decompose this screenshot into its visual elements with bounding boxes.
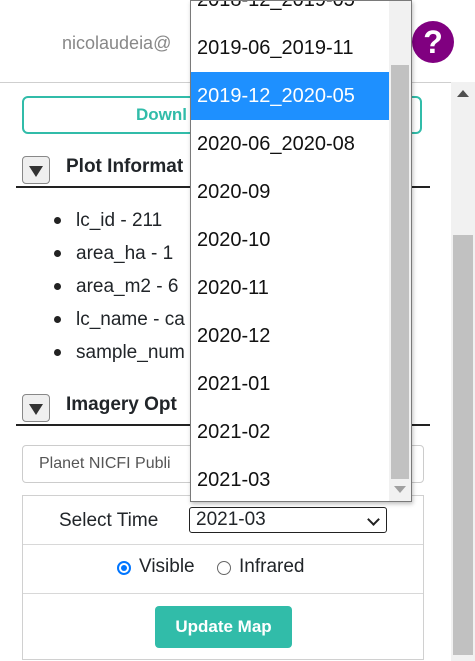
imagery-options-title: Imagery Opt xyxy=(66,394,177,415)
dropdown-option[interactable]: 2021-03 xyxy=(191,456,389,501)
triangle-down-icon xyxy=(29,166,43,177)
dropdown-option[interactable]: 2020-12 xyxy=(191,312,389,360)
list-item: lc_id - 211 xyxy=(52,204,185,237)
collapse-toggle-imagery[interactable] xyxy=(22,394,50,422)
select-time-dropdown[interactable]: 2021-03 xyxy=(189,507,387,533)
list-item: sample_num xyxy=(52,336,185,369)
dropdown-option[interactable]: 2018-12_2019-05 xyxy=(191,1,389,24)
visible-label: Visible xyxy=(139,556,195,577)
time-dropdown-list: 2018-12_2019-05 2019-06_2019-11 2019-12_… xyxy=(190,0,412,502)
scroll-down-icon[interactable] xyxy=(394,486,406,493)
collapse-toggle-plot-info[interactable] xyxy=(22,156,50,184)
infrared-radio[interactable] xyxy=(217,561,231,575)
scroll-up-icon[interactable] xyxy=(457,90,469,97)
dropdown-option[interactable]: 2021-01 xyxy=(191,360,389,408)
dropdown-option-highlighted[interactable]: 2019-12_2020-05 xyxy=(191,72,389,120)
plot-info-list: lc_id - 211 area_ha - 1 area_m2 - 6 lc_n… xyxy=(52,204,185,369)
dropdown-option[interactable]: 2020-11 xyxy=(191,264,389,312)
list-item: lc_name - ca xyxy=(52,303,185,336)
dropdown-scrollbar-thumb[interactable] xyxy=(391,65,409,479)
panel-scrollbar-thumb[interactable] xyxy=(453,235,473,655)
dropdown-option[interactable]: 2019-06_2019-11 xyxy=(191,24,389,72)
triangle-down-icon xyxy=(29,404,43,415)
time-options-box: Select Time 2021-03 Visible Infrared Upd… xyxy=(22,495,424,660)
dropdown-option[interactable]: 2020-06_2020-08 xyxy=(191,120,389,168)
panel-scrollbar[interactable] xyxy=(451,82,475,661)
dropdown-scrollbar[interactable] xyxy=(389,1,411,501)
visible-radio[interactable] xyxy=(117,561,131,575)
select-time-label: Select Time xyxy=(59,510,159,531)
plot-information-title: Plot Informat xyxy=(66,156,184,177)
dropdown-option[interactable]: 2020-10 xyxy=(191,216,389,264)
select-time-value: 2021-03 xyxy=(196,509,266,530)
dropdown-option[interactable]: 2020-09 xyxy=(191,168,389,216)
help-icon[interactable]: ? xyxy=(412,21,454,63)
band-radio-row: Visible Infrared xyxy=(23,545,423,594)
chevron-down-icon xyxy=(367,513,380,526)
dropdown-option[interactable]: 2021-02 xyxy=(191,408,389,456)
list-item: area_ha - 1 xyxy=(52,237,185,270)
user-email: nicolaudeia@ xyxy=(62,33,172,53)
list-item: area_m2 - 6 xyxy=(52,270,185,303)
update-map-button[interactable]: Update Map xyxy=(155,606,292,648)
time-row: Select Time 2021-03 xyxy=(23,496,423,545)
infrared-label: Infrared xyxy=(239,556,305,577)
